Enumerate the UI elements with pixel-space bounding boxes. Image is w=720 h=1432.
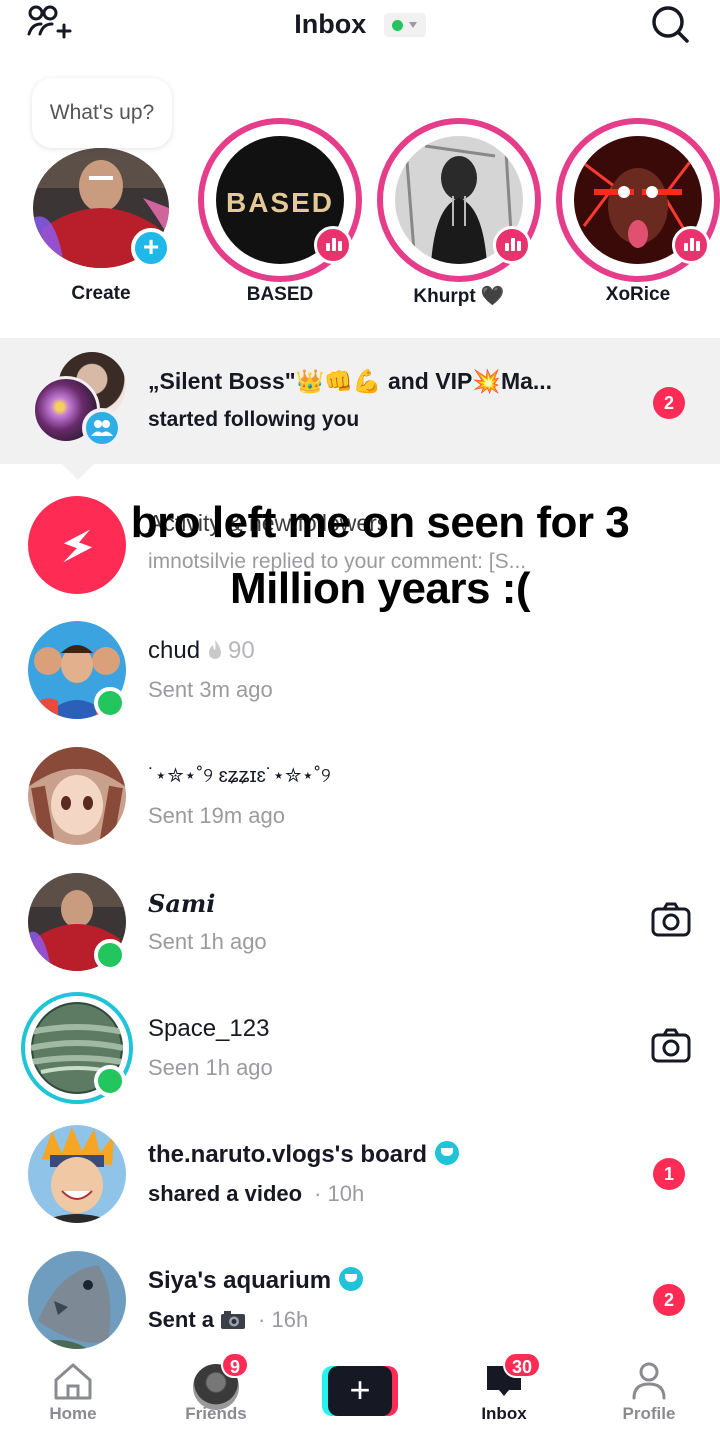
whats-up-bubble[interactable]: What's up?	[32, 78, 172, 148]
plus-icon: +	[328, 1366, 392, 1416]
profile-icon	[632, 1362, 666, 1400]
flame-icon	[209, 640, 222, 659]
follow-notice-title: „Silent Boss"👑👊💪 and VIP💥Ma...	[148, 368, 553, 394]
story-name: BASED	[246, 284, 314, 305]
chat-name: Space_123	[148, 1015, 270, 1042]
page-title[interactable]: Inbox	[0, 8, 720, 40]
verified-board-icon	[435, 1141, 460, 1165]
streak-count: 90	[228, 637, 255, 664]
camera-emoji-icon	[221, 1311, 246, 1329]
create-button[interactable]: +	[322, 1366, 398, 1416]
new-followers-row[interactable]: „Silent Boss"👑👊💪 and VIP💥Ma... started f…	[0, 338, 720, 464]
overlay-caption: bro left me on seen for 3 Million years …	[130, 498, 630, 613]
story-xorice[interactable]: XoRice	[556, 118, 720, 318]
chat-row[interactable]: 𝑺𝒂𝒎𝒊 Sent 1h ago	[0, 873, 720, 999]
inbox-badge: 30	[503, 1352, 542, 1378]
inbox-title: Inbox	[294, 9, 367, 40]
live-bars-icon	[314, 226, 352, 264]
create-story-button[interactable]: +	[131, 228, 171, 268]
chat-avatar	[28, 1251, 126, 1349]
chat-avatar	[28, 747, 126, 845]
online-indicator	[94, 1065, 126, 1097]
chat-row[interactable]: the.naruto.vlogs's board shared a video ·…	[0, 1125, 720, 1251]
nav-label: Home	[49, 1404, 97, 1423]
chat-name: ˙⋆✮⋆˚୨ ɛʑʑɪɛ˙⋆✮⋆˚୨	[148, 765, 331, 787]
chat-row[interactable]: ˙⋆✮⋆˚୨ ɛʑʑɪɛ˙⋆✮⋆˚୨ Sent 19m ago	[0, 747, 720, 873]
based-logo-text: BASED	[226, 187, 334, 218]
status-dropdown[interactable]	[383, 12, 426, 37]
chat-time: · 10h	[314, 1181, 365, 1206]
online-status-dot	[391, 19, 403, 31]
chat-status: Sent 1h ago	[148, 929, 267, 954]
online-indicator	[94, 687, 126, 719]
create-label: Create	[71, 283, 131, 304]
chat-status: shared a video · 10h	[148, 1181, 365, 1206]
nav-label: Inbox	[481, 1404, 527, 1423]
chevron-down-icon	[408, 21, 417, 28]
header: Inbox	[0, 0, 720, 52]
stories-row: What's up? + Create BASED BASED Khurpt 🖤…	[0, 70, 720, 320]
follow-notice-subtitle: started following you	[148, 408, 360, 431]
chat-status: Sent 3m ago	[148, 677, 273, 702]
chat-status: Sent a · 16h	[148, 1307, 309, 1332]
nav-label: Profile	[622, 1404, 676, 1423]
story-name: Khurpt 🖤	[413, 286, 505, 307]
friends-badge: 9	[221, 1352, 250, 1378]
chat-name: Siya's aquarium	[148, 1267, 364, 1295]
chat-avatar	[28, 1125, 126, 1223]
chat-status: Sent 19m ago	[148, 803, 285, 828]
chat-row[interactable]: chud 90 Sent 3m ago	[0, 621, 720, 747]
live-bars-icon	[493, 226, 531, 264]
camera-icon[interactable]	[650, 901, 692, 939]
camera-icon[interactable]	[650, 1027, 692, 1065]
unread-badge: 2	[653, 1284, 685, 1316]
followers-icon	[82, 408, 122, 448]
chat-name: 𝑺𝒂𝒎𝒊	[148, 889, 216, 918]
nav-label: Friends	[185, 1404, 247, 1423]
bottom-nav: Home 9 Friends + 30 Inbox Profile	[0, 1352, 720, 1432]
chat-row[interactable]: Space_123 Seen 1h ago	[0, 992, 720, 1125]
story-name: XoRice	[605, 284, 671, 305]
story-khurpt[interactable]: Khurpt 🖤	[377, 118, 541, 318]
live-bars-icon	[672, 226, 710, 264]
search-icon[interactable]	[650, 4, 690, 44]
tooltip-pointer	[62, 464, 94, 480]
chat-name: chud 90	[148, 637, 255, 664]
home-icon	[54, 1363, 92, 1400]
story-based[interactable]: BASED BASED	[198, 118, 362, 318]
unread-badge: 1	[653, 1158, 685, 1190]
chat-time: · 16h	[258, 1307, 309, 1332]
verified-board-icon	[339, 1267, 364, 1291]
online-indicator	[94, 939, 126, 971]
unread-badge: 2	[653, 387, 685, 419]
chat-name: the.naruto.vlogs's board	[148, 1141, 460, 1169]
chat-status: Seen 1h ago	[148, 1055, 273, 1080]
